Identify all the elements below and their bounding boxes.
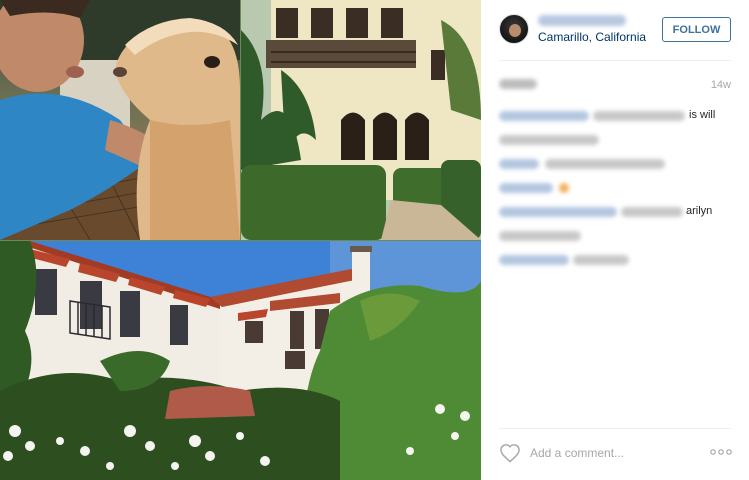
comment-author-blurred[interactable] [499, 111, 589, 121]
follow-button[interactable]: FOLLOW [662, 17, 731, 42]
comment-text-blurred [593, 111, 685, 121]
comment-row [499, 252, 731, 268]
comment-row [499, 132, 731, 148]
heart-outline-icon[interactable] [499, 443, 521, 463]
comment-text-blurred [573, 255, 629, 265]
comment-text-blurred [499, 231, 581, 241]
comment-text-blurred [499, 135, 599, 145]
comment-row: arilyn [499, 204, 731, 220]
instagram-post: Camarillo, California FOLLOW 14w is will [0, 0, 749, 480]
comment-author-blurred[interactable] [499, 255, 569, 265]
emoji-blurred [559, 183, 569, 193]
username-blurred[interactable] [538, 15, 626, 26]
post-header: Camarillo, California FOLLOW [481, 0, 749, 60]
comment-text-blurred [621, 207, 683, 217]
photo-man-with-alpaca [0, 0, 240, 240]
comment-author-blurred[interactable] [499, 207, 617, 217]
photo-house-garden [0, 241, 481, 480]
comments-list: is will arilyn [499, 108, 731, 276]
comment-author-blurred[interactable] [499, 159, 539, 169]
user-avatar[interactable] [499, 14, 529, 44]
comment-text-visible: is will [689, 109, 716, 121]
post-side-panel: Camarillo, California FOLLOW 14w is will [481, 0, 749, 480]
comment-bar [481, 428, 749, 480]
likes-count-blurred[interactable] [499, 79, 537, 89]
comment-text-blurred [545, 159, 665, 169]
comment-text-visible: arilyn [686, 205, 713, 217]
photo-villa-facade [241, 0, 481, 240]
comment-row [499, 228, 731, 244]
more-options-icon[interactable] [709, 445, 733, 459]
add-comment-input[interactable] [530, 444, 700, 462]
comment-author-blurred[interactable] [499, 183, 553, 193]
post-timestamp[interactable]: 14w [703, 79, 731, 91]
header-divider [499, 60, 731, 61]
location-link[interactable]: Camarillo, California [538, 30, 646, 44]
comment-row [499, 180, 731, 196]
comment-row [499, 156, 731, 172]
post-photo-collage[interactable] [0, 0, 481, 480]
comment-row: is will [499, 108, 731, 124]
